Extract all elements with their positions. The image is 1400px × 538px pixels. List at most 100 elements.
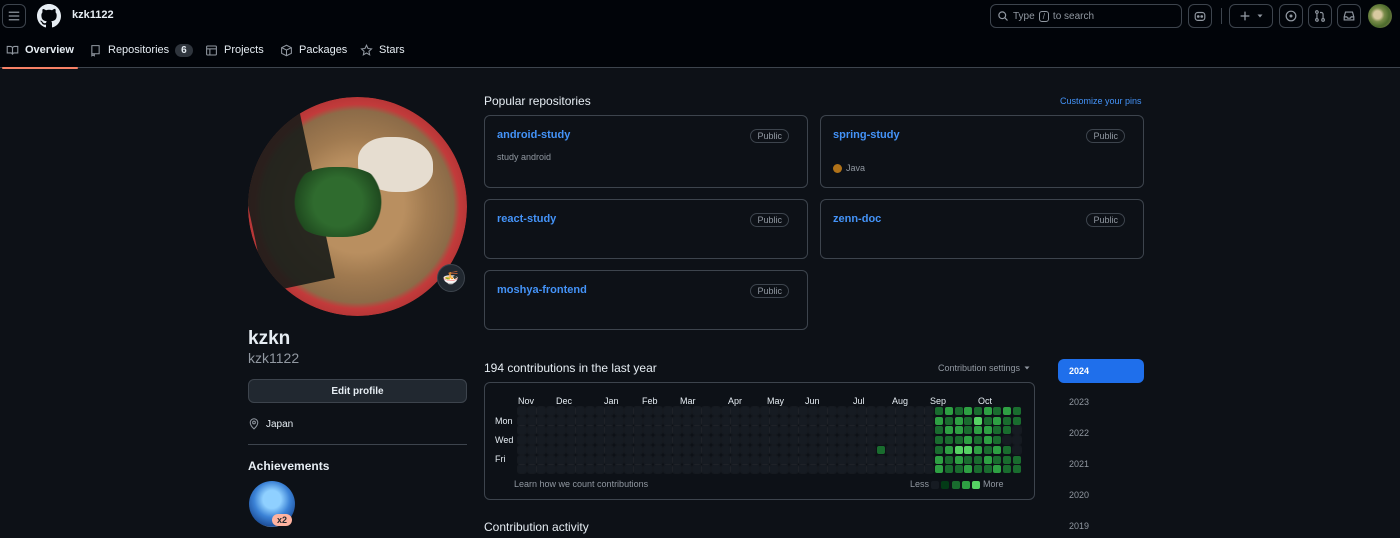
contribution-day-cell[interactable] bbox=[643, 435, 654, 446]
year-button-2021[interactable]: 2021 bbox=[1058, 452, 1144, 476]
contribution-day-cell[interactable] bbox=[555, 444, 566, 455]
contribution-day-cell[interactable] bbox=[846, 406, 857, 416]
contribution-day-cell[interactable] bbox=[846, 464, 857, 475]
contribution-day-cell[interactable] bbox=[1003, 455, 1011, 464]
contribution-day-cell[interactable] bbox=[778, 435, 789, 446]
contribution-day-cell[interactable] bbox=[875, 454, 886, 465]
contribution-day-cell[interactable] bbox=[604, 406, 615, 416]
contribution-day-cell[interactable] bbox=[973, 436, 982, 445]
profile-avatar[interactable] bbox=[248, 97, 467, 316]
contribution-day-cell[interactable] bbox=[662, 444, 673, 455]
contribution-day-cell[interactable] bbox=[565, 415, 576, 426]
contribution-day-cell[interactable] bbox=[672, 406, 683, 416]
repo-link[interactable]: react-study bbox=[497, 213, 556, 225]
contribution-day-cell[interactable] bbox=[730, 406, 741, 416]
contribution-day-cell[interactable] bbox=[672, 464, 683, 475]
contribution-day-cell[interactable] bbox=[517, 435, 527, 446]
contribution-day-cell[interactable] bbox=[885, 464, 896, 475]
contribution-day-cell[interactable] bbox=[808, 415, 818, 426]
contribution-day-cell[interactable] bbox=[798, 464, 809, 475]
contribution-day-cell[interactable] bbox=[1012, 416, 1021, 425]
contribution-day-cell[interactable] bbox=[837, 406, 848, 416]
contribution-day-cell[interactable] bbox=[885, 454, 896, 465]
contribution-day-cell[interactable] bbox=[788, 435, 799, 446]
inbox-button[interactable] bbox=[1337, 4, 1361, 28]
repo-link[interactable]: android-study bbox=[497, 129, 570, 141]
contribution-day-cell[interactable] bbox=[817, 435, 828, 446]
contribution-day-cell[interactable] bbox=[895, 415, 906, 426]
contribution-day-cell[interactable] bbox=[798, 444, 809, 455]
create-new-button[interactable] bbox=[1229, 4, 1273, 28]
user-avatar[interactable] bbox=[1368, 4, 1392, 28]
contribution-day-cell[interactable] bbox=[681, 425, 692, 436]
contribution-day-cell[interactable] bbox=[643, 415, 654, 426]
contribution-day-cell[interactable] bbox=[1012, 407, 1021, 415]
contribution-day-cell[interactable] bbox=[749, 454, 760, 465]
contribution-day-cell[interactable] bbox=[614, 425, 624, 436]
contribution-day-cell[interactable] bbox=[517, 454, 527, 465]
contribution-day-cell[interactable] bbox=[555, 425, 566, 436]
contribution-day-cell[interactable] bbox=[594, 444, 605, 455]
menu-button[interactable] bbox=[2, 4, 26, 28]
contribution-day-cell[interactable] bbox=[614, 415, 624, 426]
contribution-day-cell[interactable] bbox=[973, 416, 982, 425]
contribution-day-cell[interactable] bbox=[885, 444, 896, 455]
contribution-day-cell[interactable] bbox=[604, 444, 615, 455]
contribution-day-cell[interactable] bbox=[905, 435, 915, 446]
contribution-day-cell[interactable] bbox=[662, 415, 673, 426]
contribution-day-cell[interactable] bbox=[846, 425, 857, 436]
contribution-day-cell[interactable] bbox=[993, 436, 1002, 445]
contribution-day-cell[interactable] bbox=[701, 464, 712, 475]
contribution-day-cell[interactable] bbox=[701, 425, 712, 436]
contribution-day-cell[interactable] bbox=[875, 406, 886, 416]
contribution-day-cell[interactable] bbox=[584, 444, 595, 455]
contribution-day-cell[interactable] bbox=[643, 464, 654, 475]
contribution-day-cell[interactable] bbox=[856, 464, 867, 475]
contribution-day-cell[interactable] bbox=[905, 444, 915, 455]
contribution-day-cell[interactable] bbox=[594, 464, 605, 475]
contribution-day-cell[interactable] bbox=[633, 444, 644, 455]
contribution-day-cell[interactable] bbox=[905, 454, 915, 465]
contribution-day-cell[interactable] bbox=[905, 425, 915, 436]
contribution-day-cell[interactable] bbox=[973, 455, 982, 464]
contribution-day-cell[interactable] bbox=[914, 406, 925, 416]
contribution-day-cell[interactable] bbox=[954, 407, 963, 415]
year-button-2019[interactable]: 2019 bbox=[1058, 514, 1144, 538]
contribution-day-cell[interactable] bbox=[526, 415, 537, 426]
contribution-day-cell[interactable] bbox=[555, 464, 566, 475]
contribution-day-cell[interactable] bbox=[924, 444, 935, 455]
contribution-day-cell[interactable] bbox=[594, 454, 605, 465]
contribution-day-cell[interactable] bbox=[817, 464, 828, 475]
contribution-day-cell[interactable] bbox=[517, 444, 527, 455]
contribution-day-cell[interactable] bbox=[749, 444, 760, 455]
contribution-day-cell[interactable] bbox=[837, 415, 848, 426]
contribution-day-cell[interactable] bbox=[827, 464, 838, 475]
contribution-day-cell[interactable] bbox=[575, 444, 586, 455]
contribution-day-cell[interactable] bbox=[944, 445, 953, 454]
contribution-day-cell[interactable] bbox=[623, 454, 634, 465]
contribution-day-cell[interactable] bbox=[662, 406, 673, 416]
contribution-day-cell[interactable] bbox=[691, 415, 702, 426]
contribution-day-cell[interactable] bbox=[730, 435, 741, 446]
contribution-day-cell[interactable] bbox=[565, 454, 576, 465]
contribution-day-cell[interactable] bbox=[798, 406, 809, 416]
contribution-day-cell[interactable] bbox=[808, 435, 818, 446]
contribution-day-cell[interactable] bbox=[759, 415, 770, 426]
contribution-day-cell[interactable] bbox=[575, 435, 586, 446]
contribution-day-cell[interactable] bbox=[517, 406, 527, 416]
contribution-day-cell[interactable] bbox=[643, 425, 654, 436]
contribution-day-cell[interactable] bbox=[575, 425, 586, 436]
contribution-day-cell[interactable] bbox=[856, 454, 867, 465]
contribution-day-cell[interactable] bbox=[1003, 426, 1011, 435]
contribution-day-cell[interactable] bbox=[778, 464, 789, 475]
contribution-day-cell[interactable] bbox=[740, 444, 751, 455]
contribution-day-cell[interactable] bbox=[827, 415, 838, 426]
contribution-day-cell[interactable] bbox=[905, 464, 915, 475]
contribution-day-cell[interactable] bbox=[681, 444, 692, 455]
copilot-button[interactable] bbox=[1188, 4, 1212, 28]
contribution-day-cell[interactable] bbox=[633, 425, 644, 436]
contribution-day-cell[interactable] bbox=[594, 425, 605, 436]
tab-packages[interactable]: Packages bbox=[280, 32, 347, 68]
contribution-day-cell[interactable] bbox=[769, 415, 780, 426]
contribution-day-cell[interactable] bbox=[846, 415, 857, 426]
